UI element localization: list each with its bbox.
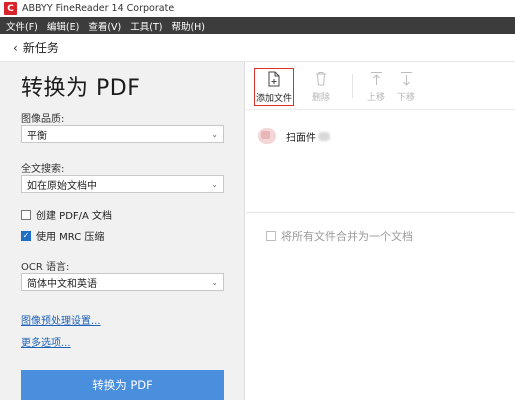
use-mrc-checkbox[interactable]: ✓: [21, 230, 31, 241]
menu-help[interactable]: 帮助(H): [171, 19, 205, 33]
ocr-language-label: OCR 语言:: [21, 262, 70, 273]
preprocess-settings-link[interactable]: 图像预处理设置...: [21, 312, 101, 327]
create-pdfa-label: 创建 PDF/A 文档: [36, 211, 113, 222]
back-to-new-task-link[interactable]: 新任务: [23, 39, 59, 56]
use-mrc-option[interactable]: ✓ 使用 MRC 压缩: [21, 228, 104, 243]
create-pdfa-checkbox[interactable]: [21, 209, 31, 220]
delete-button[interactable]: 删除: [301, 68, 341, 106]
toolbar-separator: [352, 74, 353, 98]
menu-edit[interactable]: 编辑(E): [47, 19, 79, 33]
merge-files-checkbox[interactable]: [266, 231, 276, 241]
page-title: 转换为 PDF: [21, 76, 141, 101]
convert-to-pdf-button[interactable]: 转换为 PDF: [21, 370, 224, 400]
more-options-link[interactable]: 更多选项...: [21, 334, 71, 349]
move-up-icon: [370, 68, 383, 88]
move-down-button[interactable]: 下移: [386, 68, 426, 106]
menu-view[interactable]: 查看(V): [88, 19, 121, 33]
file-name-redacted: [318, 131, 330, 141]
divider: [246, 212, 515, 213]
fulltext-search-label: 全文搜索:: [21, 164, 65, 175]
merge-files-option[interactable]: 将所有文件合并为一个文档: [266, 228, 413, 244]
add-file-icon: [267, 69, 281, 89]
settings-panel: 转换为 PDF 图像品质: 平衡 ⌄ 全文搜索: 如在原始文档中 ⌄ 创建 PD…: [0, 62, 245, 400]
file-panel: 添加文件 删除 上移 下移 扫面件 将所有文件合并为一个文档: [246, 62, 515, 400]
create-pdfa-option[interactable]: 创建 PDF/A 文档: [21, 207, 112, 222]
file-thumbnail-icon: [258, 128, 276, 144]
image-quality-value: 平衡: [27, 130, 47, 142]
move-down-icon: [400, 68, 413, 88]
ocr-language-value: 简体中文和英语: [27, 278, 97, 290]
move-up-label: 上移: [366, 93, 385, 103]
back-chevron-icon[interactable]: ‹: [13, 42, 18, 54]
dropdown-chevron-icon: ⌄: [211, 179, 218, 189]
use-mrc-label: 使用 MRC 压缩: [36, 232, 105, 243]
file-name: 扫面件: [286, 132, 316, 144]
menu-tools[interactable]: 工具(T): [130, 19, 162, 33]
image-quality-select[interactable]: 平衡 ⌄: [21, 125, 224, 143]
app-logo-icon: C: [4, 2, 17, 15]
dropdown-chevron-icon: ⌄: [211, 129, 218, 139]
move-down-label: 下移: [396, 93, 415, 103]
window-title: ABBYY FineReader 14 Corporate: [22, 3, 175, 14]
file-list-item[interactable]: 扫面件: [258, 128, 330, 144]
image-quality-label: 图像品质:: [21, 114, 65, 125]
ocr-language-select[interactable]: 简体中文和英语 ⌄: [21, 273, 224, 291]
dropdown-chevron-icon: ⌄: [211, 277, 218, 287]
add-file-label: 添加文件: [255, 94, 292, 104]
menu-file[interactable]: 文件(F): [6, 19, 38, 33]
merge-files-label: 将所有文件合并为一个文档: [281, 230, 413, 243]
menu-bar: 文件(F) 编辑(E) 查看(V) 工具(T) 帮助(H): [0, 17, 515, 34]
back-bar[interactable]: ‹ 新任务: [0, 34, 515, 62]
delete-icon: [315, 68, 327, 88]
file-toolbar: 添加文件 删除 上移 下移: [246, 62, 515, 110]
title-bar: C ABBYY FineReader 14 Corporate: [0, 0, 515, 17]
fulltext-search-select[interactable]: 如在原始文档中 ⌄: [21, 175, 224, 193]
fulltext-search-value: 如在原始文档中: [27, 180, 97, 192]
delete-label: 删除: [311, 93, 330, 103]
add-file-button[interactable]: 添加文件: [254, 68, 294, 106]
